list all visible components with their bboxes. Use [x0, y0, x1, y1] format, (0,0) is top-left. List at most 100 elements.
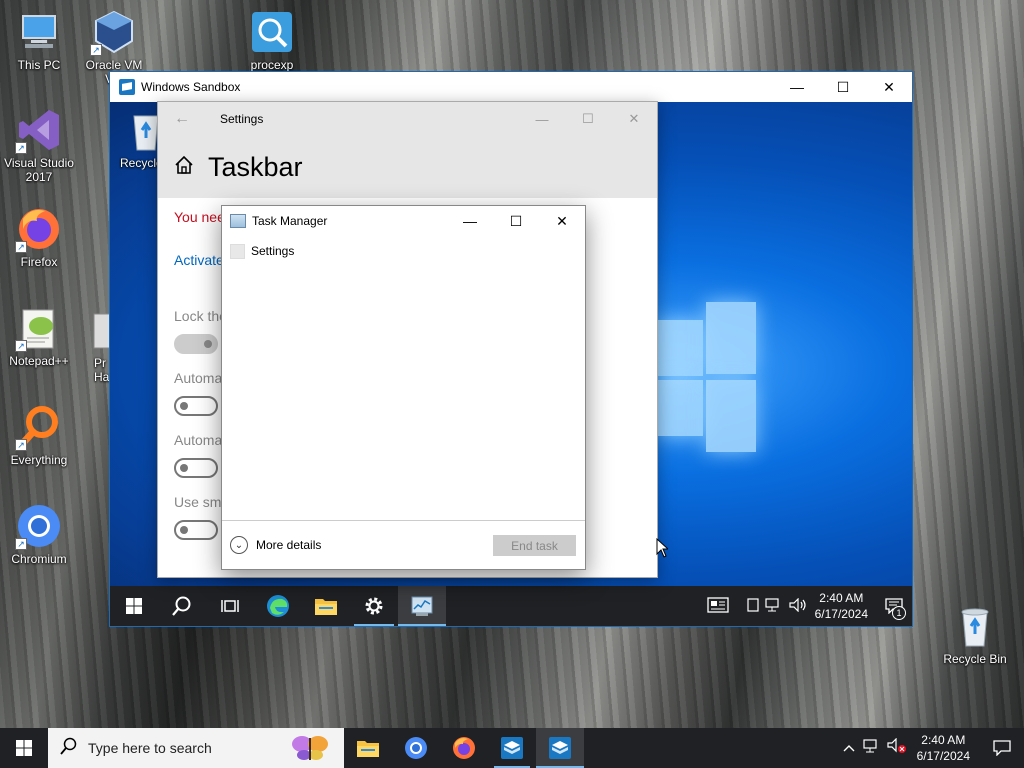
windows-logo-wallpaper [658, 302, 758, 452]
process-explorer-icon [248, 8, 296, 56]
chromium-icon: ↗ [15, 502, 63, 550]
chevron-up-icon[interactable] [843, 739, 855, 757]
taskbar-sandbox-1[interactable] [488, 728, 536, 768]
desktop-icon-recycle-bin[interactable]: Recycle Bin [937, 602, 1013, 666]
windows-start-icon [16, 740, 32, 756]
chevron-down-icon[interactable]: ⌄ [230, 536, 248, 554]
search-icon [172, 596, 191, 616]
desktop-icon-notepadpp[interactable]: ↗ Notepad++ [1, 304, 77, 368]
edge-icon [267, 595, 289, 617]
folder-icon [315, 599, 337, 615]
minimize-button[interactable]: — [774, 72, 820, 102]
host-system-tray: 2:40 AM 6/17/2024 [843, 728, 1024, 768]
taskbar-sandbox-2[interactable] [536, 728, 584, 768]
task-manager-window[interactable]: Task Manager — ☐ ✕ Settings ⌄ More detai… [221, 205, 586, 570]
sandbox-icon [549, 737, 571, 759]
host-clock[interactable]: 2:40 AM 6/17/2024 [917, 732, 970, 764]
home-icon[interactable] [174, 155, 194, 180]
app-icon [230, 243, 245, 259]
minimize-button[interactable]: — [519, 102, 565, 136]
clock-time: 2:40 AM [819, 591, 864, 605]
taskbar-edge[interactable] [254, 586, 302, 626]
close-button[interactable]: ✕ [539, 206, 585, 236]
notification-center-button[interactable]: 1 [876, 598, 912, 620]
notification-icon [993, 740, 1011, 756]
notepadpp-icon: ↗ [15, 304, 63, 352]
notification-count-badge: 1 [892, 606, 906, 620]
taskbar-file-explorer[interactable] [344, 728, 392, 768]
shortcut-arrow-icon: ↗ [90, 44, 102, 56]
butterfly-highlight-icon [290, 734, 330, 762]
desktop-icon-label: Pr Ha [94, 356, 110, 384]
desktop-icon-label: Firefox [20, 255, 58, 269]
desktop-icon-label: Everything [10, 453, 68, 467]
auto-hide-desktop-toggle[interactable] [174, 396, 218, 416]
desktop-icon-chromium[interactable]: ↗ Chromium [1, 502, 77, 566]
desktop-icon-procexp[interactable]: procexp [234, 8, 310, 72]
taskbar-task-manager[interactable] [398, 586, 446, 626]
firefox-icon: ↗ [15, 205, 63, 253]
recycle-bin-icon [126, 110, 158, 154]
news-widget-icon[interactable] [706, 596, 729, 616]
windows-start-icon [126, 598, 142, 614]
gear-icon [365, 597, 383, 615]
network-icon[interactable] [765, 597, 783, 615]
desktop-icon-firefox[interactable]: ↗ Firefox [1, 205, 77, 269]
start-button[interactable] [0, 728, 48, 768]
task-name: Settings [251, 244, 295, 258]
shortcut-arrow-icon: ↗ [15, 439, 27, 451]
taskbar-search-box[interactable] [48, 728, 344, 768]
folder-icon [357, 741, 379, 757]
more-details-button[interactable]: More details [256, 538, 321, 552]
desktop-icon-label: Chromium [11, 552, 67, 566]
desktop-icon-label: Recycle Bin [943, 652, 1007, 666]
shortcut-arrow-icon: ↗ [15, 142, 27, 154]
network-icon[interactable] [863, 738, 881, 758]
taskbar-firefox[interactable] [440, 728, 488, 768]
end-task-button[interactable]: End task [493, 535, 576, 556]
clock-time: 2:40 AM [921, 733, 966, 747]
start-button[interactable] [110, 586, 158, 626]
sandbox-recycle-bin[interactable]: Recycle [110, 110, 158, 170]
close-button[interactable]: ✕ [611, 102, 657, 136]
auto-hide-tablet-toggle[interactable] [174, 458, 218, 478]
maximize-button[interactable]: ☐ [565, 102, 611, 136]
small-buttons-toggle[interactable] [174, 520, 218, 540]
notification-center-button[interactable] [980, 740, 1024, 756]
visual-studio-icon: ↗ [15, 106, 63, 154]
sandbox-app-icon [119, 79, 135, 95]
taskbar-settings[interactable] [350, 586, 398, 626]
maximize-button[interactable]: ☐ [493, 206, 539, 236]
back-arrow-icon[interactable]: ← [158, 110, 206, 128]
volume-muted-icon[interactable] [887, 737, 907, 759]
tray-item-icon[interactable] [747, 597, 759, 615]
settings-header: Taskbar [158, 136, 657, 198]
task-list: Settings [222, 236, 585, 260]
settings-title-bar[interactable]: ← Settings — ☐ ✕ [158, 102, 657, 136]
chromium-icon [405, 737, 427, 759]
everything-search-icon: ↗ [15, 403, 63, 451]
desktop-icon-this-pc[interactable]: This PC [1, 8, 77, 72]
task-manager-title-bar[interactable]: Task Manager — ☐ ✕ [222, 206, 585, 236]
sandbox-clock[interactable]: 2:40 AM 6/17/2024 [815, 590, 868, 622]
desktop-icon-everything[interactable]: ↗ Everything [1, 403, 77, 467]
minimize-button[interactable]: — [447, 206, 493, 236]
lock-taskbar-toggle[interactable] [174, 334, 218, 354]
settings-window-title: Settings [220, 112, 264, 126]
task-manager-icon [411, 596, 433, 616]
shortcut-arrow-icon: ↗ [15, 241, 27, 253]
clock-date: 6/17/2024 [814, 607, 868, 621]
desktop-icon-visual-studio[interactable]: ↗ Visual Studio 2017 [1, 106, 77, 184]
list-item[interactable]: Settings [222, 242, 585, 260]
sandbox-title-bar[interactable]: Windows Sandbox — ☐ ✕ [110, 72, 912, 102]
desktop-icon-process-hacker[interactable]: Pr Ha [84, 310, 110, 384]
search-input[interactable] [88, 740, 268, 756]
volume-icon[interactable] [789, 597, 807, 615]
taskbar-file-explorer[interactable] [302, 586, 350, 626]
close-button[interactable]: ✕ [866, 72, 912, 102]
desktop-icon-label: This PC [17, 58, 61, 72]
maximize-button[interactable]: ☐ [820, 72, 866, 102]
taskbar-chromium[interactable] [392, 728, 440, 768]
search-button[interactable] [158, 586, 206, 626]
task-view-button[interactable] [206, 586, 254, 626]
